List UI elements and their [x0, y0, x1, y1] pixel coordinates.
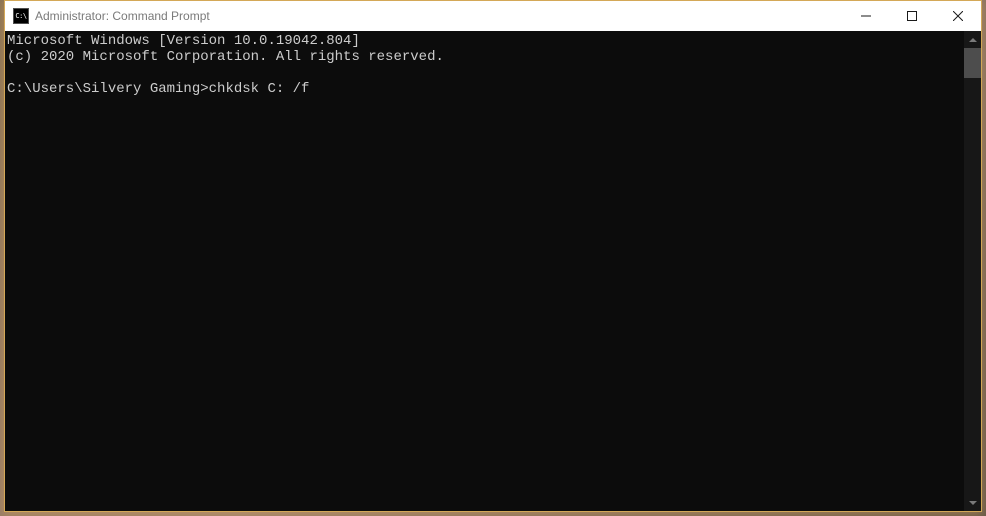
chevron-up-icon: [969, 38, 977, 42]
app-icon: C:\: [13, 8, 29, 24]
console-line: Microsoft Windows [Version 10.0.19042.80…: [7, 33, 360, 49]
console-container: Microsoft Windows [Version 10.0.19042.80…: [5, 31, 981, 511]
window-title: Administrator: Command Prompt: [35, 9, 210, 23]
close-button[interactable]: [935, 1, 981, 31]
vertical-scrollbar[interactable]: [964, 31, 981, 511]
console-line: (c) 2020 Microsoft Corporation. All righ…: [7, 49, 444, 65]
minimize-icon: [861, 11, 871, 21]
close-icon: [953, 11, 963, 21]
title-bar[interactable]: C:\ Administrator: Command Prompt: [5, 1, 981, 31]
scroll-down-button[interactable]: [964, 494, 981, 511]
minimize-button[interactable]: [843, 1, 889, 31]
scroll-up-button[interactable]: [964, 31, 981, 48]
title-bar-left: C:\ Administrator: Command Prompt: [13, 8, 210, 24]
prompt-text: C:\Users\Silvery Gaming>: [7, 81, 209, 97]
maximize-icon: [907, 11, 917, 21]
window-controls: [843, 1, 981, 31]
command-prompt-window: C:\ Administrator: Command Prompt: [4, 0, 982, 512]
console-output[interactable]: Microsoft Windows [Version 10.0.19042.80…: [5, 31, 964, 511]
maximize-button[interactable]: [889, 1, 935, 31]
chevron-down-icon: [969, 501, 977, 505]
command-text: chkdsk C: /f: [209, 81, 310, 97]
scroll-track[interactable]: [964, 48, 981, 494]
scroll-thumb[interactable]: [964, 48, 981, 78]
